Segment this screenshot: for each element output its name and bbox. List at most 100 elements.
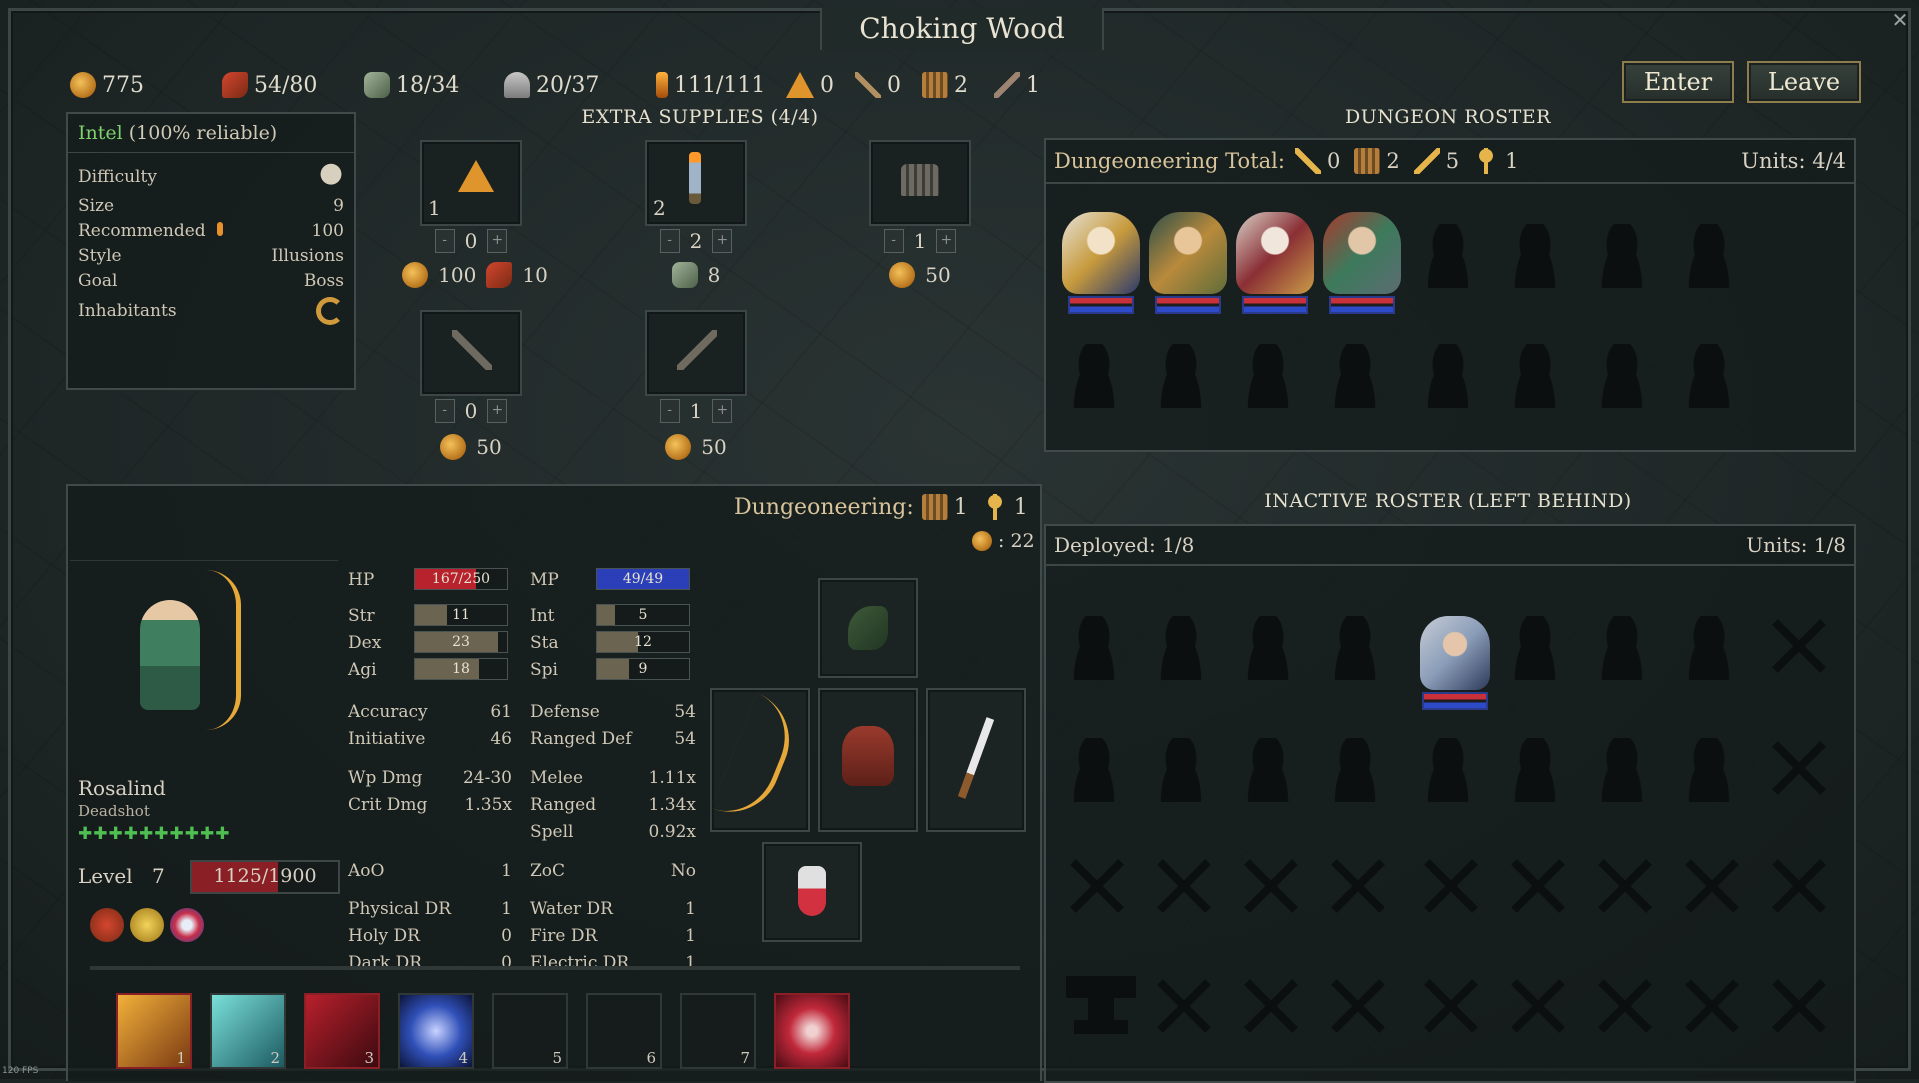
supply-slot-tent[interactable]: 1 xyxy=(420,140,522,226)
empty-slot[interactable] xyxy=(1420,224,1476,288)
locked-slot-icon[interactable] xyxy=(1420,856,1480,916)
anvil-icon[interactable] xyxy=(1066,976,1136,1036)
equip-slot-weapon[interactable] xyxy=(710,688,810,832)
stat-label: Defense xyxy=(530,702,600,722)
supply-stepper-torch: -2 + xyxy=(645,228,747,254)
locked-slot-icon[interactable] xyxy=(1594,856,1654,916)
increment-button[interactable]: + xyxy=(712,399,733,423)
locked-slot-icon[interactable] xyxy=(1768,976,1828,1036)
supply-slot-crate[interactable] xyxy=(869,140,971,226)
supply-slot-pickaxe[interactable] xyxy=(645,310,747,396)
close-icon[interactable]: ✕ xyxy=(1890,10,1910,30)
skill-slot-1[interactable]: 1 xyxy=(116,993,192,1069)
leave-button[interactable]: Leave xyxy=(1747,61,1861,103)
decrement-button[interactable]: - xyxy=(434,399,455,423)
hero-slot-2[interactable] xyxy=(1149,212,1227,314)
empty-slot[interactable] xyxy=(1066,344,1122,408)
skill-hotkey: 4 xyxy=(458,1049,468,1067)
resource-shovel: 0 xyxy=(855,68,901,102)
locked-slot-icon[interactable] xyxy=(1240,856,1300,916)
locked-slot-icon[interactable] xyxy=(1066,856,1126,916)
locked-slot-icon[interactable] xyxy=(1507,976,1567,1036)
supply-slot-shovel[interactable] xyxy=(420,310,522,396)
skill-slot-2[interactable]: 2 xyxy=(210,993,286,1069)
empty-slot[interactable] xyxy=(1420,344,1476,408)
empty-slot[interactable] xyxy=(1507,344,1563,408)
xp-text: 1125/1900 xyxy=(213,865,317,887)
locked-slot-icon[interactable] xyxy=(1327,856,1387,916)
inactive-hero-slot[interactable] xyxy=(1420,616,1490,710)
hero-slot-3[interactable] xyxy=(1236,212,1314,314)
attr-label: Sta xyxy=(530,633,559,653)
food-buff-icon[interactable] xyxy=(90,908,124,942)
empty-slot[interactable] xyxy=(1240,738,1296,802)
empty-slot[interactable] xyxy=(1507,224,1563,288)
empty-slot[interactable] xyxy=(1594,616,1650,680)
hero-slot-1[interactable] xyxy=(1062,212,1140,314)
locked-slot-icon[interactable] xyxy=(1768,738,1828,798)
crate-icon xyxy=(901,164,939,196)
skill-slot-3[interactable]: 3 xyxy=(304,993,380,1069)
decrement-button[interactable]: - xyxy=(659,229,680,253)
locked-slot-icon[interactable] xyxy=(1768,856,1828,916)
locked-slot-icon[interactable] xyxy=(1240,976,1300,1036)
empty-slot[interactable] xyxy=(1066,738,1122,802)
empty-slot[interactable] xyxy=(1153,738,1209,802)
locked-slot-icon[interactable] xyxy=(1153,856,1213,916)
empty-slot[interactable] xyxy=(1153,344,1209,408)
skill-slot-7[interactable]: 7 xyxy=(680,993,756,1069)
star-buff-icon[interactable] xyxy=(170,908,204,942)
decrement-button[interactable]: - xyxy=(659,399,680,423)
empty-slot[interactable] xyxy=(1681,224,1737,288)
skill-slot-4[interactable]: 4 xyxy=(398,993,474,1069)
empty-slot[interactable] xyxy=(1327,616,1383,680)
empty-slot[interactable] xyxy=(1681,616,1737,680)
empty-slot[interactable] xyxy=(1327,738,1383,802)
dungeon-roster-grid xyxy=(1046,184,1854,450)
intel-row-style: Style Illusions xyxy=(78,245,344,266)
skill-bar: 1 2 3 4 5 6 7 xyxy=(116,993,850,1069)
increment-button[interactable]: + xyxy=(487,399,508,423)
increment-button[interactable]: + xyxy=(936,229,957,253)
empty-slot[interactable] xyxy=(1240,616,1296,680)
empty-slot[interactable] xyxy=(1240,344,1296,408)
empty-slot[interactable] xyxy=(1153,616,1209,680)
locked-slot-icon[interactable] xyxy=(1681,976,1741,1036)
locked-slot-icon[interactable] xyxy=(1153,976,1213,1036)
increment-button[interactable]: + xyxy=(712,229,733,253)
increment-button[interactable]: + xyxy=(487,229,508,253)
decrement-button[interactable]: - xyxy=(434,229,455,253)
locked-slot-icon[interactable] xyxy=(1768,616,1828,676)
empty-slot[interactable] xyxy=(1507,738,1563,802)
empty-slot[interactable] xyxy=(1066,616,1122,680)
enter-button[interactable]: Enter xyxy=(1622,61,1734,103)
resource-herbs: 18/34 xyxy=(364,68,459,102)
empty-slot[interactable] xyxy=(1594,224,1650,288)
empty-slot[interactable] xyxy=(1681,344,1737,408)
locked-slot-icon[interactable] xyxy=(1507,856,1567,916)
empty-slot[interactable] xyxy=(1420,738,1476,802)
decrement-button[interactable]: - xyxy=(883,229,904,253)
empty-slot[interactable] xyxy=(1681,738,1737,802)
equip-slot-offhand[interactable] xyxy=(926,688,1026,832)
locked-slot-icon[interactable] xyxy=(1420,976,1480,1036)
equip-slot-helmet[interactable] xyxy=(818,578,918,678)
skill-hotkey: 2 xyxy=(270,1049,280,1067)
serpent-icon[interactable] xyxy=(316,297,344,325)
empty-slot[interactable] xyxy=(1327,344,1383,408)
supply-slot-torch[interactable]: 2 xyxy=(645,140,747,226)
empty-slot[interactable] xyxy=(1594,344,1650,408)
empty-slot[interactable] xyxy=(1507,616,1563,680)
skill-slot-5[interactable]: 5 xyxy=(492,993,568,1069)
equip-slot-armor[interactable] xyxy=(818,688,918,832)
potion-quickslot[interactable] xyxy=(774,993,850,1069)
locked-slot-icon[interactable] xyxy=(1327,976,1387,1036)
hero-slot-4[interactable] xyxy=(1323,212,1401,314)
sun-buff-icon[interactable] xyxy=(130,908,164,942)
empty-slot[interactable] xyxy=(1594,738,1650,802)
equip-slot-potion[interactable] xyxy=(762,842,862,942)
skill-slot-6[interactable]: 6 xyxy=(586,993,662,1069)
locked-slot-icon[interactable] xyxy=(1594,976,1654,1036)
skillbar-divider xyxy=(90,966,1020,970)
locked-slot-icon[interactable] xyxy=(1681,856,1741,916)
